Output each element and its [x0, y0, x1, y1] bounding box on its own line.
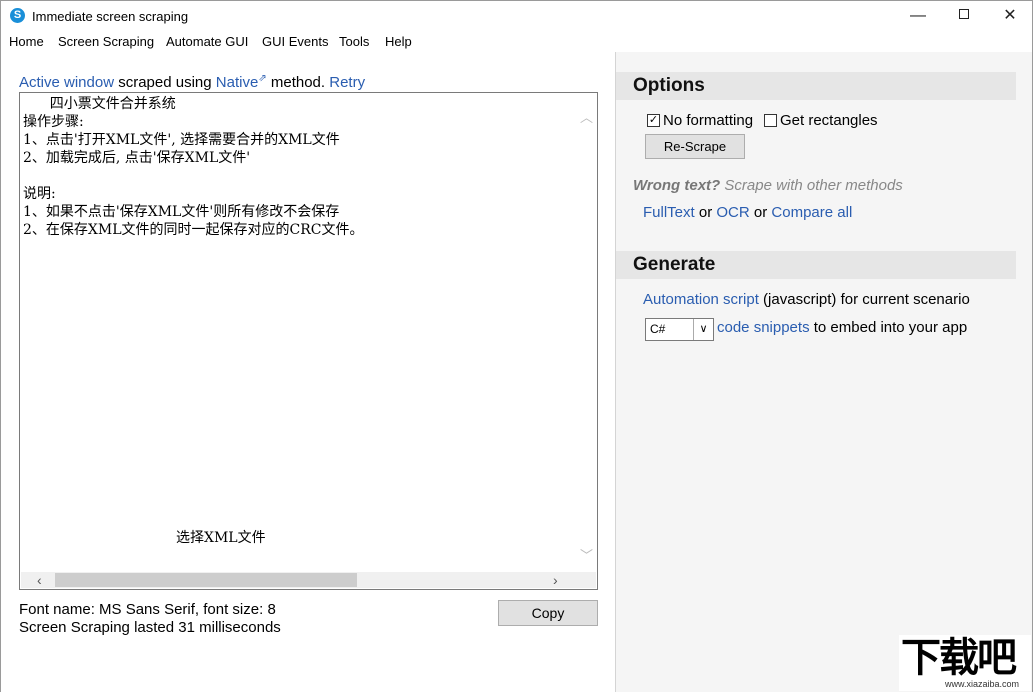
external-link-icon: ⇗ [258, 73, 267, 84]
scraped-text-caption: 选择XML文件 [176, 530, 266, 546]
scrape-methods-line: FullText or OCR or Compare all [643, 204, 852, 221]
chevron-down-icon[interactable]: ∨ [693, 319, 713, 340]
automation-script-rest: (javascript) for current scenario [758, 291, 970, 308]
close-icon: ✕ [1003, 7, 1017, 24]
title-bar[interactable]: S Immediate screen scraping — ✕ [1, 1, 1032, 31]
scroll-down-icon[interactable]: ﹀ [580, 545, 593, 564]
fulltext-link[interactable]: FullText [643, 204, 695, 221]
code-snippets-link[interactable]: code snippets [717, 319, 810, 336]
minimize-icon: — [910, 7, 926, 24]
menu-automate-gui[interactable]: Automate GUI [166, 34, 248, 49]
watermark-logo: 下载吧 www.xiazaiba.com [899, 635, 1031, 691]
menu-screen-scraping[interactable]: Screen Scraping [58, 34, 154, 49]
retry-link[interactable]: Retry [329, 74, 365, 91]
no-formatting-option[interactable]: ✓ No formatting [647, 112, 753, 129]
automation-script-line: Automation script (javascript) for curre… [643, 291, 970, 308]
code-snippets-line: code snippets to embed into your app [717, 319, 967, 336]
scraped-text-area[interactable]: 四小票文件合并系统 操作步骤: 1、点击'打开XML文件', 选择需要合并的XM… [19, 92, 598, 590]
menu-bar: Home Screen Scraping Automate GUI GUI Ev… [1, 32, 1032, 52]
language-select[interactable]: C# ∨ [645, 318, 714, 341]
scrape-summary: Active window scraped using Native⇗ meth… [19, 73, 365, 91]
wrong-text-rest: Scrape with other methods [720, 177, 903, 194]
maximize-button[interactable] [941, 1, 987, 31]
scroll-right-icon[interactable]: › [553, 572, 558, 588]
maximize-icon [959, 9, 969, 20]
compare-all-link[interactable]: Compare all [771, 204, 852, 221]
ocr-link[interactable]: OCR [716, 204, 749, 221]
app-logo-icon: S [10, 8, 25, 23]
method-text: method. [266, 74, 330, 91]
horizontal-scrollbar[interactable]: ‹ › [21, 572, 596, 588]
automation-script-link[interactable]: Automation script [643, 291, 759, 308]
minimize-button[interactable]: — [895, 1, 941, 31]
menu-help[interactable]: Help [385, 34, 412, 49]
code-snippets-rest: to embed into your app [809, 319, 968, 336]
get-rectangles-label[interactable]: Get rectangles [780, 112, 878, 129]
options-panel: Options ✓ No formatting Get rectangles R… [616, 52, 1032, 692]
no-formatting-checkbox[interactable]: ✓ [647, 114, 660, 127]
menu-gui-events[interactable]: GUI Events [262, 34, 328, 49]
options-header: Options [616, 72, 1016, 100]
or-text-1: or [694, 204, 717, 221]
or-text-2: or [749, 204, 772, 221]
wrong-text-question: Wrong text? [633, 177, 721, 194]
scroll-up-icon[interactable]: ︿ [580, 107, 593, 126]
active-window-link[interactable]: Active window [19, 74, 114, 91]
window-title: Immediate screen scraping [32, 9, 189, 24]
menu-tools[interactable]: Tools [339, 34, 369, 49]
scroll-left-icon[interactable]: ‹ [37, 572, 42, 588]
scraped-using-text: scraped using [114, 74, 216, 91]
language-selected-value: C# [650, 322, 666, 336]
scrollbar-thumb[interactable] [55, 573, 357, 587]
close-button[interactable]: ✕ [987, 1, 1033, 31]
font-info-text: Font name: MS Sans Serif, font size: 8 [19, 601, 276, 618]
scrape-duration-text: Screen Scraping lasted 31 milliseconds [19, 619, 281, 636]
generate-header: Generate [616, 251, 1016, 279]
watermark-url: www.xiazaiba.com [945, 679, 1020, 689]
get-rectangles-option[interactable]: Get rectangles [764, 112, 878, 129]
copy-button[interactable]: Copy [498, 600, 598, 626]
scrape-result-panel: Active window scraped using Native⇗ meth… [1, 52, 615, 692]
scraped-text-content[interactable]: 四小票文件合并系统 操作步骤: 1、点击'打开XML文件', 选择需要合并的XM… [23, 95, 578, 575]
wrong-text-hint: Wrong text? Scrape with other methods [633, 177, 903, 194]
get-rectangles-checkbox[interactable] [764, 114, 777, 127]
native-link[interactable]: Native [216, 74, 259, 91]
rescrape-button[interactable]: Re-Scrape [645, 134, 745, 159]
watermark-text: 下载吧 [901, 636, 1017, 680]
no-formatting-label[interactable]: No formatting [663, 112, 753, 129]
app-window: S Immediate screen scraping — ✕ Home Scr… [0, 0, 1033, 692]
menu-home[interactable]: Home [9, 34, 44, 49]
